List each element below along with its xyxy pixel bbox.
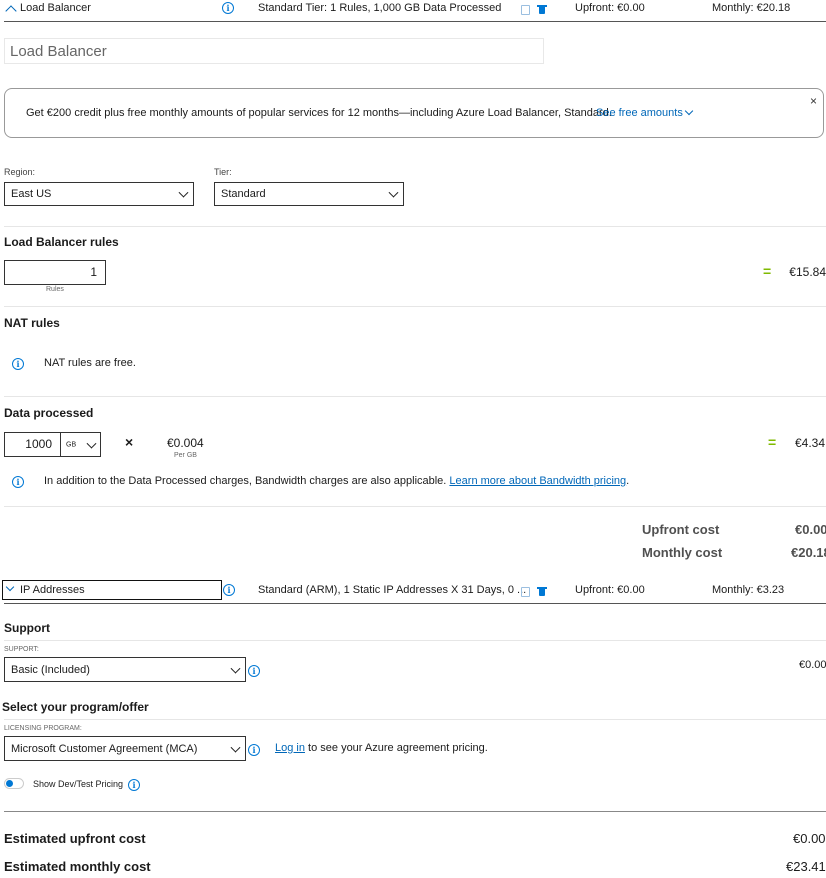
load-balancer-monthly: Monthly: €20.18 <box>712 2 791 14</box>
data-processed-equals: = <box>768 434 777 450</box>
monthly-cost-value: €20.18 <box>791 545 826 560</box>
delete-icon[interactable] <box>537 5 547 14</box>
multiply-icon: × <box>125 434 134 450</box>
name-field[interactable]: Load Balancer <box>4 38 544 64</box>
see-free-amounts-link[interactable]: See free amounts <box>596 107 683 119</box>
support-value: Basic (Included) <box>11 663 90 676</box>
chevron-down-icon <box>5 582 15 592</box>
support-label: SUPPORT: <box>4 646 39 653</box>
delete-icon[interactable] <box>537 587 547 596</box>
estimated-monthly-value: €23.41 <box>786 859 826 874</box>
promo-banner: Get €200 credit plus free monthly amount… <box>4 88 824 138</box>
copy-icon[interactable] <box>521 587 530 597</box>
lb-rules-input[interactable]: 1 <box>4 260 106 285</box>
load-balancer-summary: Standard Tier: 1 Rules, 1,000 GB Data Pr… <box>258 2 502 14</box>
info-icon[interactable]: i <box>222 2 234 14</box>
load-balancer-upfront: Upfront: €0.00 <box>575 2 645 14</box>
chevron-down-icon <box>230 742 241 753</box>
load-balancer-header[interactable]: Load Balancer i Standard Tier: 1 Rules, … <box>0 0 826 22</box>
chevron-down-icon <box>86 438 97 449</box>
chevron-down-icon <box>230 663 241 674</box>
data-unit-value: GB <box>66 441 77 448</box>
estimated-upfront-label: Estimated upfront cost <box>4 831 146 846</box>
data-processed-price: €4.34 <box>795 436 826 450</box>
info-icon[interactable]: i <box>248 665 260 677</box>
region-select[interactable]: East US <box>4 182 194 206</box>
ip-addresses-monthly: Monthly: €3.23 <box>712 584 785 596</box>
tier-value: Standard <box>221 188 266 200</box>
close-icon[interactable]: × <box>810 94 817 108</box>
bandwidth-info: In addition to the Data Processed charge… <box>44 475 629 487</box>
bandwidth-info-end: . <box>626 475 630 487</box>
devtest-toggle[interactable] <box>4 778 24 789</box>
upfront-cost-label: Upfront cost <box>642 522 720 537</box>
data-unit-select[interactable]: GB <box>60 432 101 457</box>
lb-rules-title: Load Balancer rules <box>4 235 119 249</box>
chevron-up-icon[interactable] <box>5 5 17 17</box>
licensing-program-label: LICENSING PROGRAM: <box>4 725 82 732</box>
bandwidth-pricing-link[interactable]: Learn more about Bandwidth pricing <box>449 475 626 487</box>
data-processed-rate-unit: Per GB <box>174 452 197 459</box>
info-icon[interactable]: i <box>223 584 235 596</box>
ip-addresses-title: IP Addresses <box>20 584 85 596</box>
ip-addresses-header[interactable]: IP Addresses i Standard (ARM), 1 Static … <box>0 580 826 604</box>
lb-rules-unit: Rules <box>46 286 64 293</box>
promo-text: Get €200 credit plus free monthly amount… <box>26 107 612 119</box>
support-title: Support <box>4 621 50 635</box>
info-icon: i <box>12 476 24 488</box>
monthly-cost-label: Monthly cost <box>642 545 723 560</box>
login-info: Log in to see your Azure agreement prici… <box>275 742 488 754</box>
load-balancer-title: Load Balancer <box>20 2 91 14</box>
name-field-value: Load Balancer <box>10 43 107 60</box>
region-label: Region: <box>4 167 36 177</box>
login-link[interactable]: Log in <box>275 742 305 754</box>
devtest-label: Show Dev/Test Pricing <box>33 779 124 789</box>
info-icon[interactable]: i <box>128 779 140 791</box>
data-processed-title: Data processed <box>4 406 94 420</box>
tier-select[interactable]: Standard <box>214 182 404 206</box>
licensing-program-value: Microsoft Customer Agreement (MCA) <box>11 742 198 755</box>
program-title: Select your program/offer <box>2 700 149 714</box>
chevron-down-icon <box>178 187 189 198</box>
info-icon[interactable]: i <box>248 744 260 756</box>
region-value: East US <box>11 188 52 200</box>
nat-rules-info: NAT rules are free. <box>44 357 136 369</box>
ip-addresses-upfront: Upfront: €0.00 <box>575 584 645 596</box>
chevron-down-icon[interactable] <box>684 106 694 116</box>
data-processed-input[interactable]: 1000 <box>4 432 61 457</box>
toggle-knob <box>6 780 13 787</box>
nat-rules-title: NAT rules <box>4 316 60 330</box>
ip-addresses-toggle[interactable]: IP Addresses <box>2 580 222 600</box>
estimated-upfront-value: €0.00 <box>793 831 826 846</box>
support-price: €0.00 <box>799 659 826 671</box>
chevron-down-icon <box>388 187 399 198</box>
ip-addresses-summary: Standard (ARM), 1 Static IP Addresses X … <box>258 584 527 596</box>
licensing-program-select[interactable]: Microsoft Customer Agreement (MCA) <box>4 736 246 761</box>
support-select[interactable]: Basic (Included) <box>4 657 246 682</box>
copy-icon[interactable] <box>521 5 530 15</box>
upfront-cost-value: €0.00 <box>795 522 826 537</box>
lb-rules-price: €15.84 <box>789 265 826 279</box>
info-icon: i <box>12 358 24 370</box>
bandwidth-info-text: In addition to the Data Processed charge… <box>44 475 447 487</box>
estimated-monthly-label: Estimated monthly cost <box>4 859 151 874</box>
tier-label: Tier: <box>214 167 232 177</box>
data-processed-rate: €0.004 <box>167 436 204 450</box>
login-text: to see your Azure agreement pricing. <box>308 742 488 754</box>
